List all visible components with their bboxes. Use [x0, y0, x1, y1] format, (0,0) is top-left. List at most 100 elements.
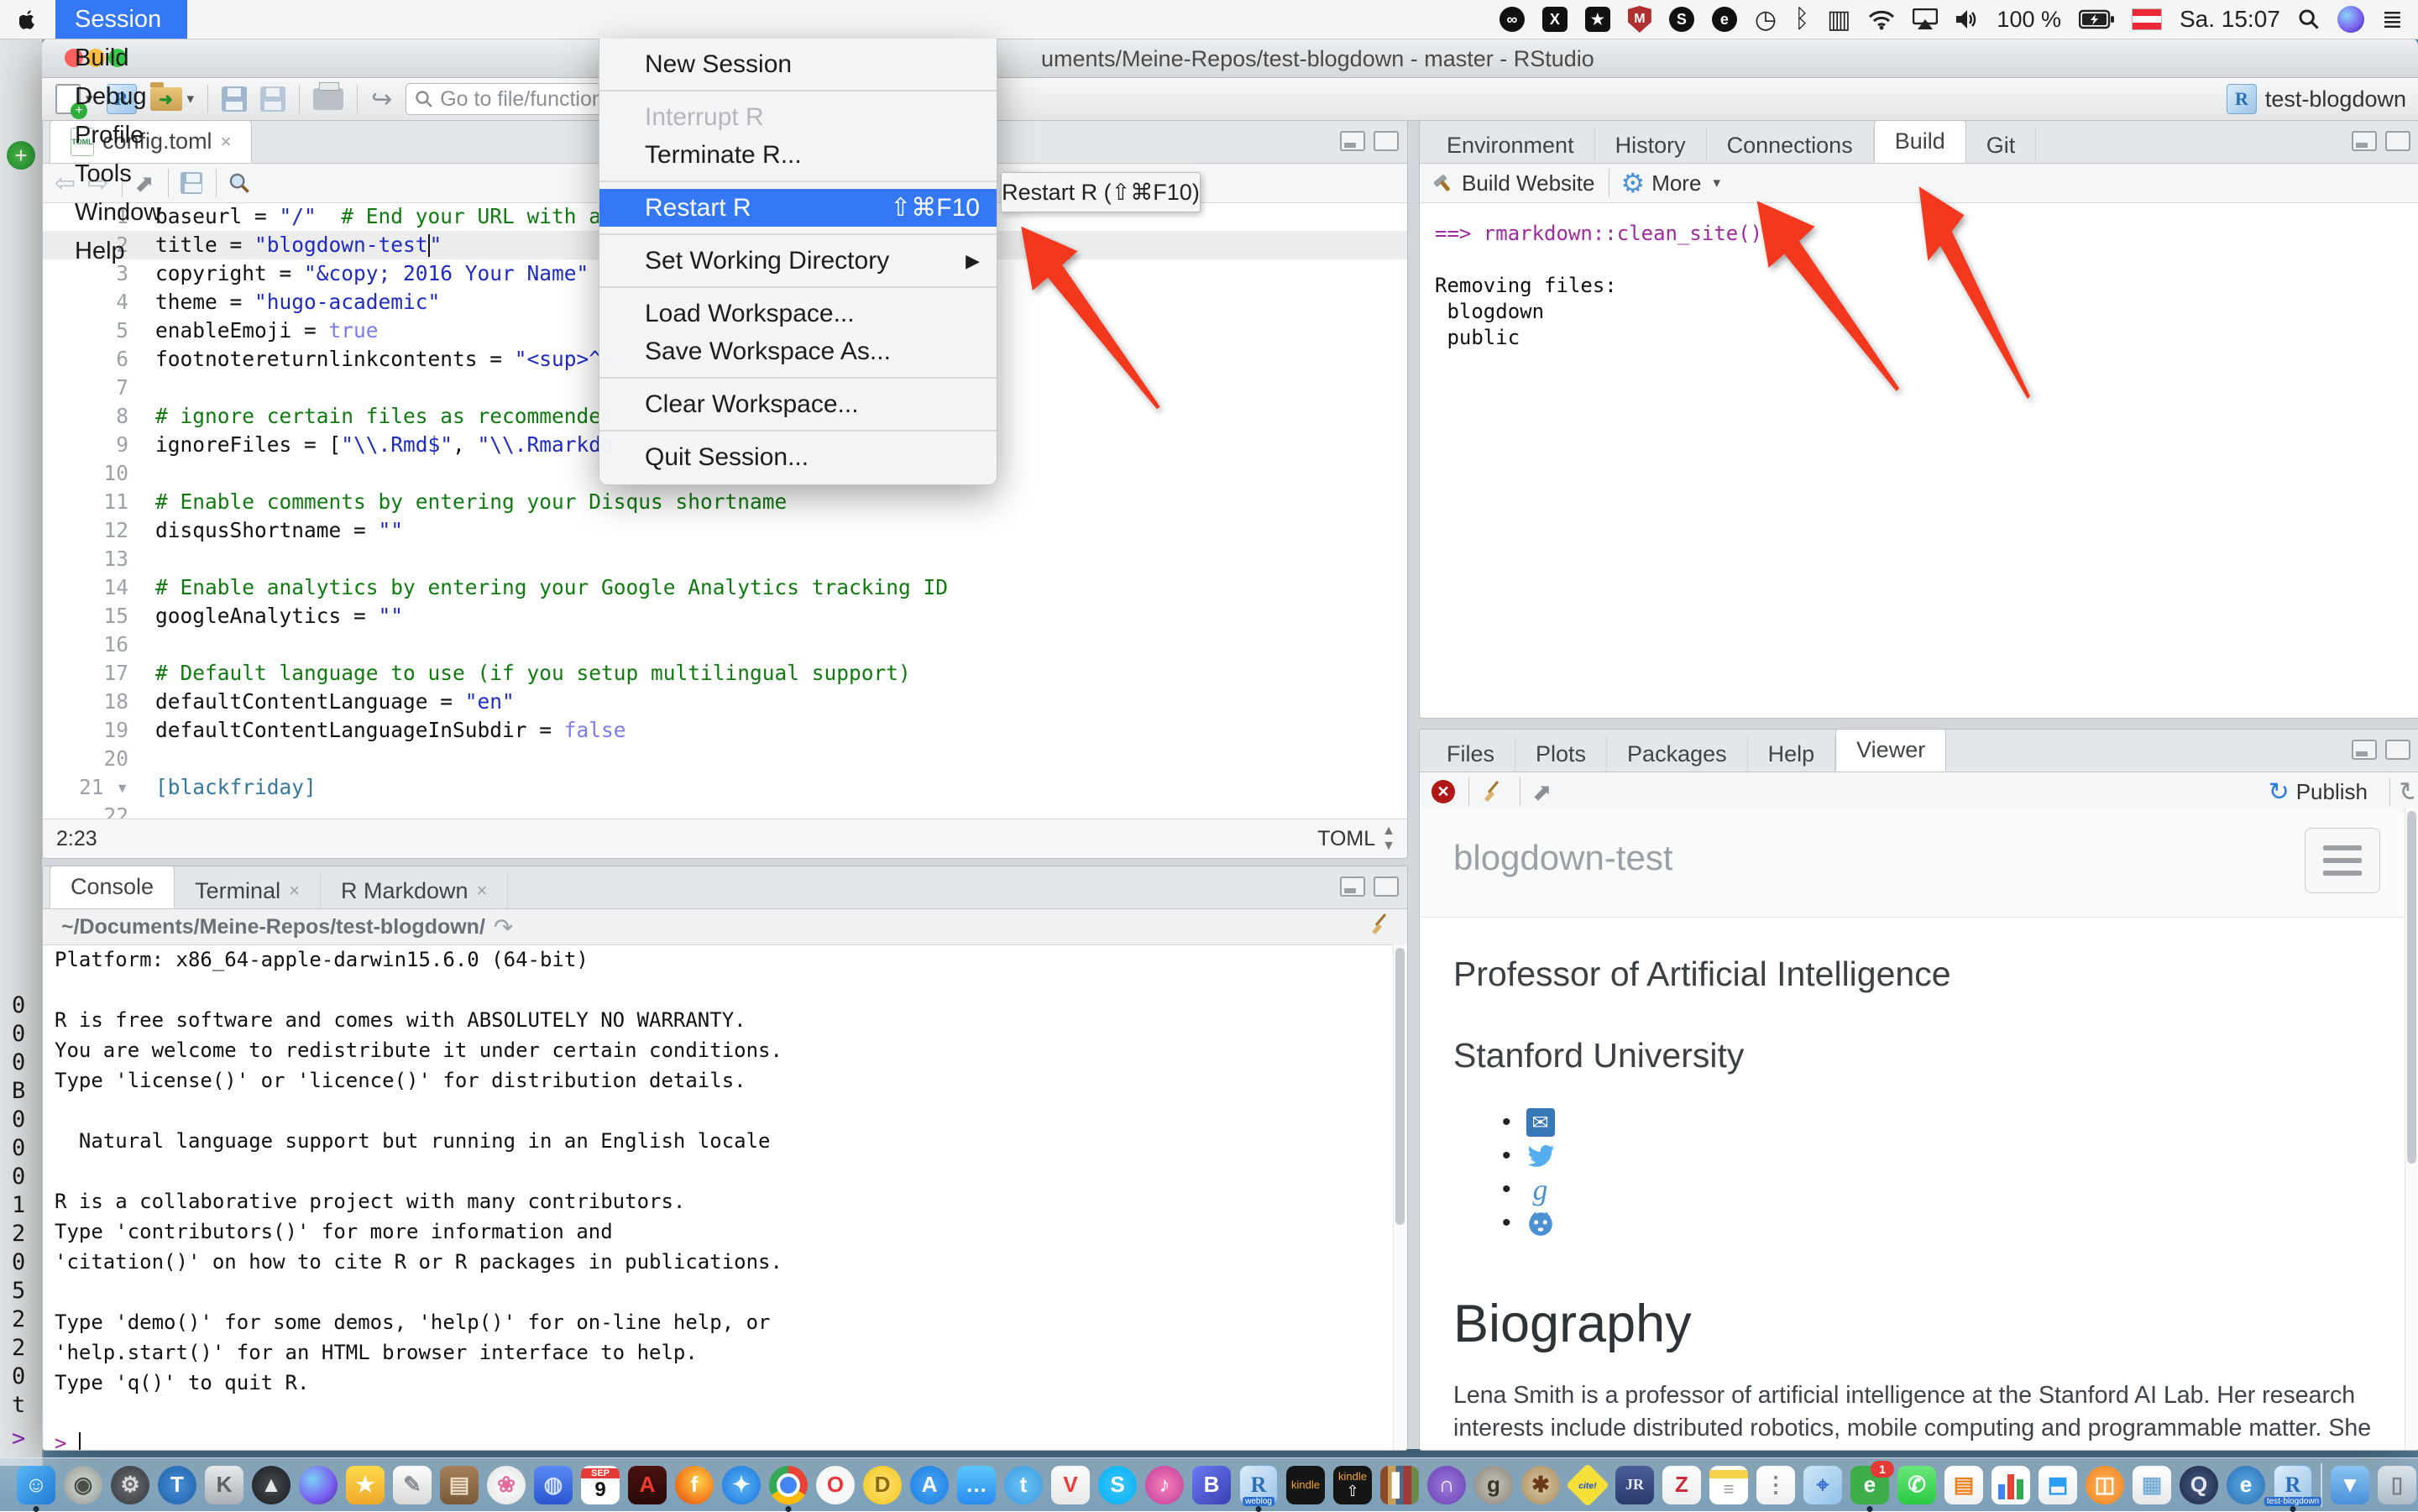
- dock-charts-app[interactable]: [1991, 1466, 2030, 1504]
- session-menu-item-restart-r[interactable]: Restart R⇧⌘F10: [599, 189, 997, 227]
- tab-environment[interactable]: Environment: [1426, 128, 1595, 163]
- close-tab-icon[interactable]: ×: [289, 880, 300, 902]
- dock-citation-app[interactable]: cite!: [1568, 1466, 1607, 1504]
- dock-quicktime[interactable]: Q: [2180, 1466, 2218, 1504]
- dock-siri-dock[interactable]: [299, 1466, 338, 1504]
- dock-jr-app[interactable]: JR: [1615, 1466, 1654, 1504]
- tab-git[interactable]: Git: [1966, 128, 2037, 163]
- apple-menu[interactable]: [0, 0, 55, 39]
- dock-chrome[interactable]: [769, 1466, 808, 1504]
- publish-button[interactable]: ↻ Publish: [2269, 777, 2368, 807]
- dock-acrobat[interactable]: A: [628, 1466, 667, 1504]
- viewer-popout-icon[interactable]: ⬈: [1532, 778, 1552, 806]
- menu-tools[interactable]: Tools: [55, 154, 187, 193]
- maximize-pane-icon[interactable]: [2385, 131, 2410, 151]
- tab-files[interactable]: Files: [1426, 736, 1515, 772]
- dock-firefox[interactable]: f: [675, 1466, 714, 1504]
- dock-calendar[interactable]: SEP9: [581, 1466, 620, 1504]
- dock-github-dock[interactable]: ∩: [1427, 1466, 1466, 1504]
- viewer-scrollbar[interactable]: [2405, 808, 2418, 1450]
- tab-terminal[interactable]: Terminal×: [175, 873, 321, 908]
- dock-twitter-dock[interactable]: t: [1004, 1466, 1043, 1504]
- save-icon[interactable]: [222, 86, 247, 112]
- dock-b-app[interactable]: B: [1192, 1466, 1231, 1504]
- menu-help[interactable]: Help: [55, 232, 187, 270]
- menu-debug[interactable]: Debug: [55, 77, 187, 116]
- session-menu-item-load-workspace[interactable]: Load Workspace...: [599, 295, 997, 332]
- goto-directory-icon[interactable]: ↷: [494, 913, 513, 941]
- dock-keychain[interactable]: K: [205, 1466, 243, 1504]
- dock-vivaldi[interactable]: V: [1051, 1466, 1090, 1504]
- dock-contacts[interactable]: ▤: [440, 1466, 479, 1504]
- dock-elephant-app[interactable]: e: [2227, 1466, 2265, 1504]
- menu-build[interactable]: Build: [55, 39, 187, 77]
- dock-app-store[interactable]: A: [910, 1466, 949, 1504]
- tab-console[interactable]: Console: [50, 866, 175, 908]
- close-tab-icon[interactable]: ×: [477, 880, 488, 902]
- mcafee-shield-icon[interactable]: M: [1628, 6, 1651, 33]
- dock-reminders[interactable]: ⋮: [1756, 1466, 1795, 1504]
- session-menu-item-terminate-r[interactable]: Terminate R...: [599, 136, 997, 174]
- evernote-status-icon[interactable]: e: [1712, 7, 1737, 32]
- tab-history[interactable]: History: [1595, 128, 1707, 163]
- dock-facetime[interactable]: ✆: [1897, 1466, 1936, 1504]
- menu-session[interactable]: Session: [55, 0, 187, 39]
- tab-help[interactable]: Help: [1748, 736, 1836, 772]
- social-link-email[interactable]: ✉: [1502, 1106, 2370, 1139]
- menu-window[interactable]: Window: [55, 193, 187, 232]
- session-menu-item-save-workspace-as[interactable]: Save Workspace As...: [599, 332, 997, 370]
- s-circle-icon[interactable]: S: [1669, 7, 1694, 32]
- find-icon[interactable]: [228, 172, 250, 194]
- github-icon[interactable]: [1526, 1209, 1555, 1237]
- siri-icon[interactable]: [2337, 6, 2364, 33]
- dock-star-app[interactable]: ★: [346, 1466, 385, 1504]
- airplay-icon[interactable]: [1913, 8, 1938, 30]
- dock-messages[interactable]: …: [957, 1466, 996, 1504]
- minimize-pane-icon[interactable]: [1340, 876, 1365, 897]
- dock-trash[interactable]: ▯: [2378, 1466, 2416, 1504]
- bluetooth-icon[interactable]: ᛒ: [1794, 5, 1809, 34]
- dock-calibre[interactable]: ▌: [1380, 1466, 1419, 1504]
- dock-textedit[interactable]: ✎: [393, 1466, 432, 1504]
- dock-ibooks[interactable]: ◫: [2086, 1466, 2124, 1504]
- time-machine-icon[interactable]: ◷: [1755, 5, 1777, 34]
- creative-cloud-icon[interactable]: ∞: [1499, 7, 1525, 32]
- print-icon[interactable]: [313, 88, 343, 110]
- notification-list-icon[interactable]: ≣: [2382, 5, 2403, 34]
- maximize-pane-icon[interactable]: [2385, 740, 2410, 760]
- email-icon[interactable]: ✉: [1526, 1108, 1555, 1137]
- dock-downloads[interactable]: ▼: [2331, 1466, 2369, 1504]
- volume-icon[interactable]: [1955, 8, 1979, 30]
- dock-safari[interactable]: ✦: [722, 1466, 761, 1504]
- dock-rstudio-weblog[interactable]: Rweblog: [1239, 1466, 1278, 1504]
- dock-utility-disc[interactable]: ◉: [64, 1466, 102, 1504]
- refresh-icon[interactable]: ↻: [2399, 776, 2414, 808]
- tab-viewer[interactable]: Viewer: [1835, 729, 1946, 772]
- project-selector[interactable]: R test-blogdown: [2227, 84, 2406, 114]
- social-link-google-scholar[interactable]: g: [1502, 1173, 2370, 1206]
- console-scrollbar[interactable]: [1393, 944, 1407, 1450]
- minimize-pane-icon[interactable]: [1340, 131, 1365, 151]
- spotlight-icon[interactable]: [2298, 8, 2320, 30]
- dock-keynote[interactable]: ⬒: [2039, 1466, 2077, 1504]
- keyboard-viewer-icon[interactable]: ▥: [1827, 5, 1850, 34]
- x-app-icon[interactable]: X: [1542, 7, 1568, 32]
- star-box-icon[interactable]: ★: [1585, 7, 1610, 32]
- menubar-clock[interactable]: Sa. 15:07: [2180, 6, 2280, 33]
- dock-evernote[interactable]: e1: [1850, 1466, 1889, 1504]
- dock-kindle[interactable]: kindle: [1286, 1466, 1325, 1504]
- social-link-twitter[interactable]: [1502, 1139, 2370, 1173]
- twitter-icon[interactable]: [1526, 1142, 1555, 1170]
- dock-notes[interactable]: ≡: [1709, 1466, 1748, 1504]
- maximize-pane-icon[interactable]: [1374, 131, 1399, 151]
- clear-viewer-icon[interactable]: [1481, 779, 1506, 804]
- menu-profile[interactable]: Profile: [55, 116, 187, 154]
- wifi-icon[interactable]: [1868, 8, 1895, 30]
- social-link-github[interactable]: [1502, 1206, 2370, 1240]
- close-tab-icon[interactable]: ×: [221, 131, 232, 153]
- session-menu-item-quit-session[interactable]: Quit Session...: [599, 438, 997, 476]
- dock-cyberduck[interactable]: D: [863, 1466, 902, 1504]
- dock-photos-browser[interactable]: ▦: [2133, 1466, 2171, 1504]
- tab-build[interactable]: Build: [1874, 120, 1966, 163]
- dock-kindle-updater[interactable]: kindle⇧: [1333, 1466, 1372, 1504]
